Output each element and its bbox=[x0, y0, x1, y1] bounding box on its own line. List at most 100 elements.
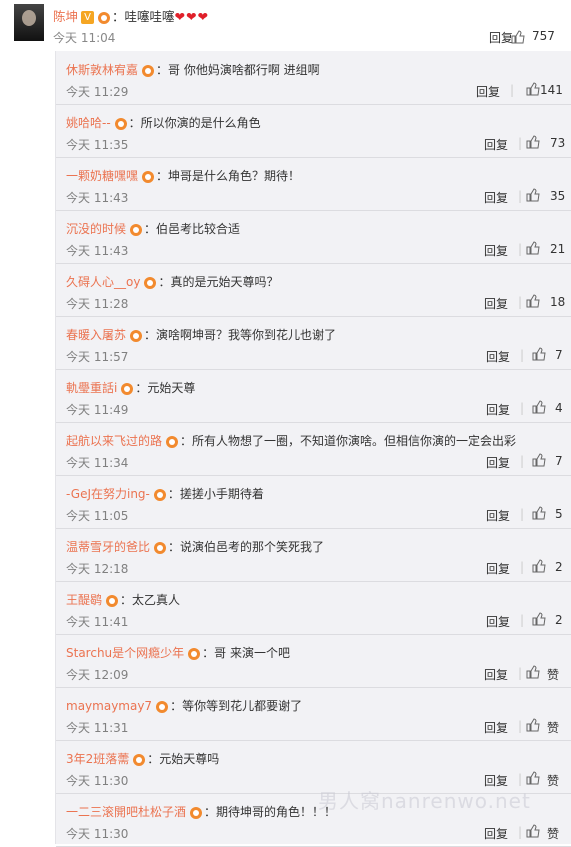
reply-button[interactable]: 回复 bbox=[484, 295, 508, 312]
thumbs-up-icon[interactable] bbox=[532, 506, 546, 520]
list-item: 沉没的时候 ：伯邑考比较合适 今天 11:43 回复 | 21 bbox=[56, 210, 571, 264]
list-item: 久碍人心__oy ：真的是元始天尊吗？ 今天 11:28 回复 | 18 bbox=[56, 263, 571, 317]
list-item: 温蒂雪牙的爸比 ：说演伯邑考的那个笑死我了 今天 12:18 回复 | 2 bbox=[56, 528, 571, 582]
avatar[interactable] bbox=[14, 4, 44, 41]
top-username[interactable]: 陈坤 bbox=[53, 9, 78, 24]
divider: | bbox=[518, 242, 523, 256]
divider: | bbox=[518, 772, 523, 786]
reply-username[interactable]: 姚哈哈-- bbox=[66, 116, 111, 130]
reply-button[interactable]: 回复 bbox=[486, 613, 510, 630]
reply-time: 今天 11:35 bbox=[66, 138, 129, 152]
reply-time: 今天 11:41 bbox=[66, 615, 129, 629]
reply-username[interactable]: 沉没的时候 bbox=[66, 222, 126, 236]
thumbs-up-icon[interactable] bbox=[532, 612, 546, 626]
like-count: 5 bbox=[555, 507, 563, 521]
divider: | bbox=[520, 507, 525, 521]
reply-time: 今天 11:57 bbox=[66, 350, 129, 364]
verified-icon: V bbox=[81, 11, 95, 24]
reply-text: ：元始天尊吗 bbox=[147, 752, 220, 766]
like-count: 18 bbox=[550, 295, 566, 309]
reply-button[interactable]: 回复 bbox=[486, 560, 510, 577]
reply-username[interactable]: 起航以来飞过的路 bbox=[66, 434, 162, 448]
reply-username[interactable]: 一颗奶糖嘿嘿 bbox=[66, 169, 138, 183]
level-badge-icon bbox=[153, 488, 166, 501]
level-badge-icon bbox=[130, 329, 143, 342]
reply-username[interactable]: 春暖入屠苏 bbox=[66, 328, 126, 342]
thumbs-up-icon[interactable] bbox=[526, 241, 540, 255]
reply-button[interactable]: 回复 bbox=[489, 29, 513, 46]
level-badge-icon bbox=[130, 223, 143, 236]
reply-text: ：哥 来演一个吧 bbox=[202, 646, 290, 660]
divider: | bbox=[520, 613, 525, 627]
reply-line: 温蒂雪牙的爸比 ：说演伯邑考的那个笑死我了 bbox=[66, 538, 324, 555]
reply-username[interactable]: 王醍鹖 bbox=[66, 593, 102, 607]
reply-text: ：说演伯邑考的那个笑死我了 bbox=[168, 540, 325, 554]
level-badge-icon bbox=[190, 806, 203, 819]
reply-time: 今天 11:30 bbox=[66, 774, 129, 788]
divider: | bbox=[518, 825, 523, 839]
reply-username[interactable]: 3年2班落薷 bbox=[66, 752, 129, 766]
reply-username[interactable]: maymaymay7 bbox=[66, 699, 152, 713]
reply-button[interactable]: 回复 bbox=[476, 83, 500, 100]
like-count: 赞 bbox=[547, 774, 560, 788]
divider: | bbox=[520, 348, 525, 362]
reply-line: 姚哈哈-- ：所以你演的是什么角色 bbox=[66, 114, 261, 131]
list-item: 一颗奶糖嘿嘿 ：坤哥是什么角色？期待！ 今天 11:43 回复 | 35 bbox=[56, 157, 571, 211]
reply-time: 今天 11:28 bbox=[66, 297, 129, 311]
list-item: 起航以来飞过的路 ：所有人物想了一圈，不知道你演啥。但相信你演的一定会出彩 今天 1… bbox=[56, 422, 571, 476]
thumbs-up-icon[interactable] bbox=[526, 665, 540, 679]
reply-button[interactable]: 回复 bbox=[484, 189, 508, 206]
thumbs-up-icon[interactable] bbox=[526, 771, 540, 785]
reply-username[interactable]: 軌璺重話i bbox=[66, 381, 117, 395]
reply-button[interactable]: 回复 bbox=[484, 242, 508, 259]
reply-text: ：搓搓小手期待着 bbox=[167, 487, 264, 501]
thumbs-up-icon[interactable] bbox=[532, 453, 546, 467]
thumbs-up-icon[interactable] bbox=[526, 824, 540, 838]
reply-username[interactable]: Starchu是个网瘾少年 bbox=[66, 646, 184, 660]
level-badge-icon bbox=[156, 700, 169, 713]
thumbs-up-icon[interactable] bbox=[532, 400, 546, 414]
reply-button[interactable]: 回复 bbox=[486, 348, 510, 365]
level-badge-icon bbox=[142, 64, 155, 77]
top-comment-line: 陈坤 V ：哇噻哇噻❤❤❤ bbox=[53, 6, 209, 25]
level-badge-icon bbox=[142, 170, 155, 183]
thumbs-up-icon[interactable] bbox=[526, 82, 540, 96]
reply-username[interactable]: 温蒂雪牙的爸比 bbox=[66, 540, 150, 554]
reply-button[interactable]: 回复 bbox=[484, 666, 508, 683]
list-item: Starchu是个网瘾少年 ：哥 来演一个吧 今天 12:09 回复 | 赞 bbox=[56, 634, 571, 688]
reply-line: 起航以来飞过的路 ：所有人物想了一圈，不知道你演啥。但相信你演的一定会出彩 bbox=[66, 432, 516, 449]
reply-button[interactable]: 回复 bbox=[484, 136, 508, 153]
reply-text: ：真的是元始天尊吗？ bbox=[158, 275, 279, 289]
reply-button[interactable]: 回复 bbox=[484, 719, 508, 736]
reply-username[interactable]: 一二三滚開吧杜松子酒 bbox=[66, 805, 186, 819]
reply-time: 今天 11:49 bbox=[66, 403, 129, 417]
thumbs-up-icon[interactable] bbox=[526, 294, 540, 308]
level-badge-icon bbox=[166, 435, 179, 448]
divider: | bbox=[520, 401, 525, 415]
divider: | bbox=[520, 454, 525, 468]
reply-button[interactable]: 回复 bbox=[486, 401, 510, 418]
like-count: 757 bbox=[532, 29, 555, 43]
thumbs-up-icon[interactable] bbox=[532, 559, 546, 573]
reply-button[interactable]: 回复 bbox=[486, 507, 510, 524]
reply-username[interactable]: 休斯敦林宥嘉 bbox=[66, 63, 138, 77]
reply-line: 3年2班落薷 ：元始天尊吗 bbox=[66, 750, 219, 767]
reply-text: ：所有人物想了一圈，不知道你演啥。但相信你演的一定会出彩 bbox=[180, 434, 517, 448]
thumbs-up-icon[interactable] bbox=[526, 718, 540, 732]
reply-username[interactable]: 久碍人心__oy bbox=[66, 275, 140, 289]
hearts-emoji: ❤❤❤ bbox=[174, 9, 209, 24]
list-item: maymaymay7 ：等你等到花儿都要谢了 今天 11:31 回复 | 赞 bbox=[56, 687, 571, 741]
thumbs-up-icon[interactable] bbox=[526, 188, 540, 202]
thumbs-up-icon[interactable] bbox=[526, 135, 540, 149]
list-item: 王醍鹖 ：太乙真人 今天 11:41 回复 | 2 bbox=[56, 581, 571, 635]
reply-button[interactable]: 回复 bbox=[484, 825, 508, 842]
reply-button[interactable]: 回复 bbox=[486, 454, 510, 471]
thumbs-up-icon[interactable] bbox=[532, 347, 546, 361]
like-count: 21 bbox=[550, 242, 566, 256]
reply-username[interactable]: -GeJ在努力ing- bbox=[66, 487, 150, 501]
list-item: 休斯敦林宥嘉 ：哥 你他妈演啥都行啊 进组啊 今天 11:29 回复 | 141 bbox=[56, 51, 571, 105]
level-badge-icon bbox=[188, 647, 201, 660]
level-badge-icon bbox=[133, 753, 146, 766]
thumbs-up-icon[interactable] bbox=[511, 30, 525, 44]
list-item: 軌璺重話i ：元始天尊 今天 11:49 回复 | 4 bbox=[56, 369, 571, 423]
